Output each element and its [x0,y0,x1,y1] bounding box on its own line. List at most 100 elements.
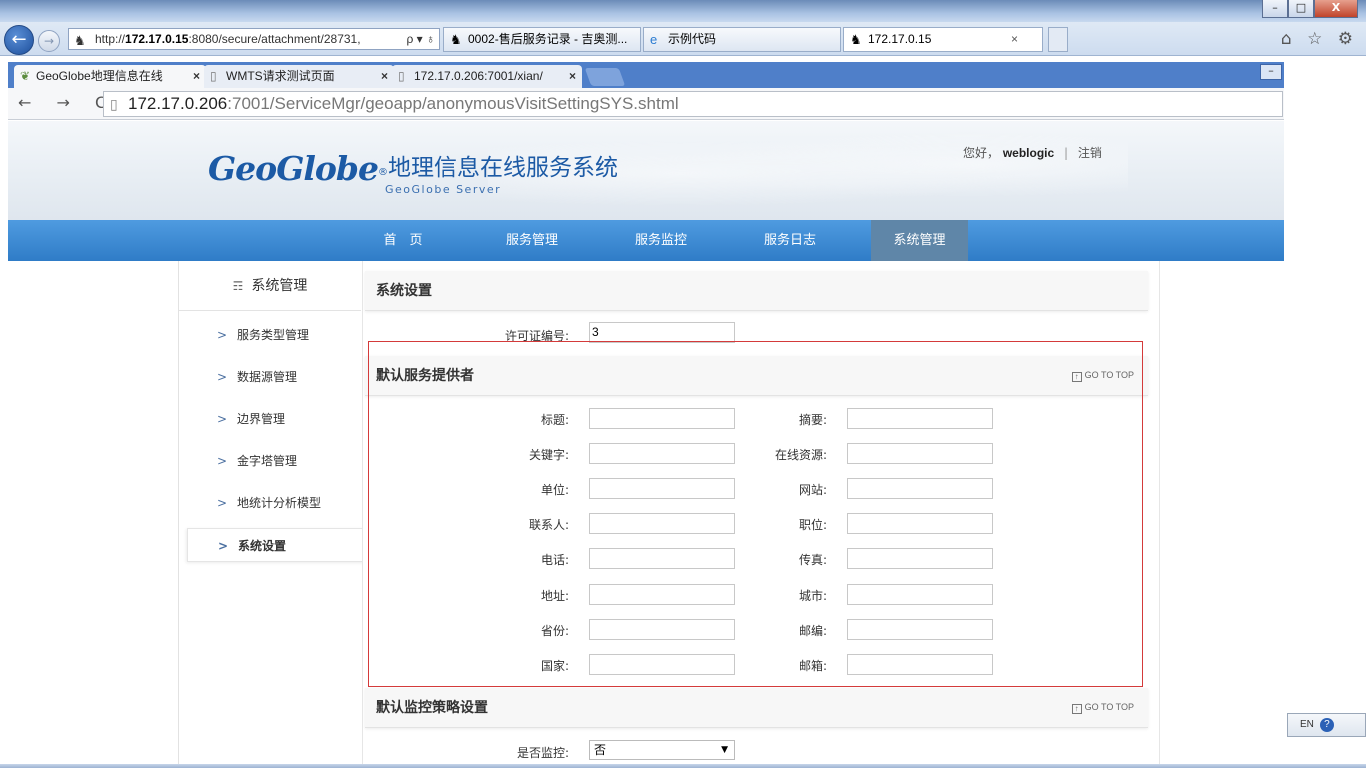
chrome-url-field[interactable]: ▯ 172.17.0.206:7001/ServiceMgr/geoapp/an… [103,91,1283,117]
back-button[interactable]: ← [4,25,34,55]
ie-window-controls: – □ X [1262,0,1358,18]
close-window-button[interactable]: X [1314,0,1358,18]
arrow-up-icon: ↑ [1071,372,1082,382]
logout-link[interactable]: 注销 [1078,146,1102,160]
leaf-favicon-icon: ❦ [20,69,31,83]
online-resource-label: 在线资源: [774,448,827,462]
sidebar-item-system-settings[interactable]: > 系统设置 [187,528,365,562]
fax-label: 传真: [798,553,827,567]
ie-tab-label: 172.17.0.15 [868,32,932,46]
sidebar-item-label: 边界管理 [237,412,286,426]
separator: | [1064,146,1069,160]
monitor-select[interactable]: 否 ▼ [589,740,735,760]
nav-home[interactable]: 首 页 [363,220,443,261]
minimize-button[interactable]: – [1262,0,1288,18]
tab-close-icon[interactable]: × [1011,28,1018,51]
main-nav: 首 页 服务管理 服务监控 服务日志 系统管理 [8,220,1284,261]
logo-reg: ® [378,167,388,178]
page-icon: ▯ [110,96,118,112]
arrow-up-icon: ↑ [1071,704,1082,714]
nav-service-management[interactable]: 服务管理 [492,220,572,261]
sidebar-item-boundary[interactable]: > 边界管理 [179,402,355,436]
tab-close-icon[interactable]: × [193,65,200,87]
ie-new-tab-button[interactable] [1048,27,1068,52]
section-default-provider: 默认服务提供者 ↑ GO TO TOP [365,356,1148,396]
sidebar-item-label: 金字塔管理 [237,454,298,468]
chevron-right-icon: > [217,370,228,384]
geoglobe-page: GeoGlobe®地理信息在线服务系统 GeoGlobe Server 您好， … [8,121,1284,768]
chrome-new-tab-button[interactable] [584,68,626,86]
chrome-minimize-button[interactable]: – [1260,64,1282,80]
country-label: 国家: [540,659,569,673]
url-host: 172.17.0.15 [125,32,189,46]
nav-service-monitor[interactable]: 服务监控 [621,220,701,261]
website-label: 网站: [798,483,827,497]
sidebar-item-geostat-model[interactable]: > 地统计分析模型 [179,486,355,520]
position-label: 职位: [798,518,827,532]
postcode-input[interactable] [847,619,993,640]
chrome-nav-buttons[interactable]: ← → C [18,93,116,112]
keywords-label: 关键字: [528,448,569,462]
license-input[interactable]: 3 [589,322,735,343]
chevron-right-icon: > [218,539,229,553]
maximize-button[interactable]: □ [1288,0,1314,18]
forward-button[interactable]: → [38,30,60,52]
sidebar-item-label: 系统设置 [238,539,287,553]
settings-list-icon: ☶ [232,279,244,293]
sidebar-item-pyramid[interactable]: > 金字塔管理 [179,444,355,478]
ie-tab-service-record[interactable]: ♞ 0002-售后服务记录 - 吉奥测... [443,27,641,52]
chrome-tabstrip: ❦ GeoGlobe地理信息在线 × ▯ WMTS请求测试页面 × ▯ 172.… [8,62,1284,88]
page-icon: ▯ [210,69,217,83]
fax-input[interactable] [847,548,993,569]
chevron-right-icon: > [217,496,228,510]
email-input[interactable] [847,654,993,675]
nav-system-management[interactable]: 系统管理 [871,220,968,261]
site-favicon-icon: ♞ [74,33,86,48]
city-input[interactable] [847,584,993,605]
position-input[interactable] [847,513,993,534]
goto-top-label: GO TO TOP [1084,702,1134,712]
chevron-right-icon: > [217,454,228,468]
ime-language-bar[interactable]: EN? [1287,713,1366,737]
address-controls[interactable]: ρ ▾ ♁ [403,29,435,49]
chrome-omnibox-bar: ← → C ▯ 172.17.0.206:7001/ServiceMgr/geo… [8,88,1284,120]
help-icon[interactable]: ? [1319,718,1334,732]
geoglobe-logo: GeoGlobe®地理信息在线服务系统 GeoGlobe Server [208,149,618,196]
license-label: 许可证编号: [504,329,569,343]
ie-toolbar: ← → ♞ http://172.17.0.15:8080/secure/att… [0,22,1366,56]
goto-top-link[interactable]: ↑ GO TO TOP [1071,702,1134,714]
ie-tab-sample-code[interactable]: e 示例代码 [643,27,841,52]
tab-close-icon[interactable]: × [569,65,576,87]
contact-label: 联系人: [528,518,569,532]
section-default-monitor: 默认监控策略设置 ↑ GO TO TOP [365,688,1148,728]
page-header: GeoGlobe®地理信息在线服务系统 GeoGlobe Server 您好， … [8,121,1284,220]
nav-service-log[interactable]: 服务日志 [750,220,830,261]
city-label: 城市: [798,589,827,603]
sidebar-item-service-types[interactable]: > 服务类型管理 [179,318,355,352]
section-title: 系统设置 [376,283,432,299]
section-title: 默认监控策略设置 [376,700,488,716]
page-icon: ▯ [398,69,405,83]
section-title: 默认服务提供者 [376,368,474,384]
online-resource-input[interactable] [847,443,993,464]
sidebar-item-datasource[interactable]: > 数据源管理 [179,360,355,394]
sidebar-item-label: 数据源管理 [237,370,298,384]
ie-address-bar[interactable]: ♞ http://172.17.0.15:8080/secure/attachm… [68,28,440,50]
ie-home-favorites-tools-icon[interactable]: ⌂ ☆ ⚙ [1281,29,1358,49]
back-arrow-icon: ← [11,29,27,50]
logo-brand: GeoGlobe [208,149,379,188]
goto-top-label: GO TO TOP [1084,370,1134,380]
chrome-tab-wmts[interactable]: ▯ WMTS请求测试页面 × [204,65,394,88]
abstract-input[interactable] [847,408,993,429]
chrome-tab-geoglobe[interactable]: ❦ GeoGlobe地理信息在线 × [14,65,206,88]
chrome-tab-xian[interactable]: ▯ 172.17.0.206:7001/xian/ × [392,65,582,88]
monitor-label: 是否监控: [516,746,569,760]
website-input[interactable] [847,478,993,499]
ie-tab-active[interactable]: ♞ 172.17.0.15 × [843,27,1043,52]
goto-top-link[interactable]: ↑ GO TO TOP [1071,370,1134,382]
taskbar-edge [0,764,1366,768]
tab-close-icon[interactable]: × [381,65,388,87]
organization-label: 单位: [540,483,569,497]
chrome-tab-label: GeoGlobe地理信息在线 [36,69,163,83]
phone-label: 电话: [540,553,569,567]
